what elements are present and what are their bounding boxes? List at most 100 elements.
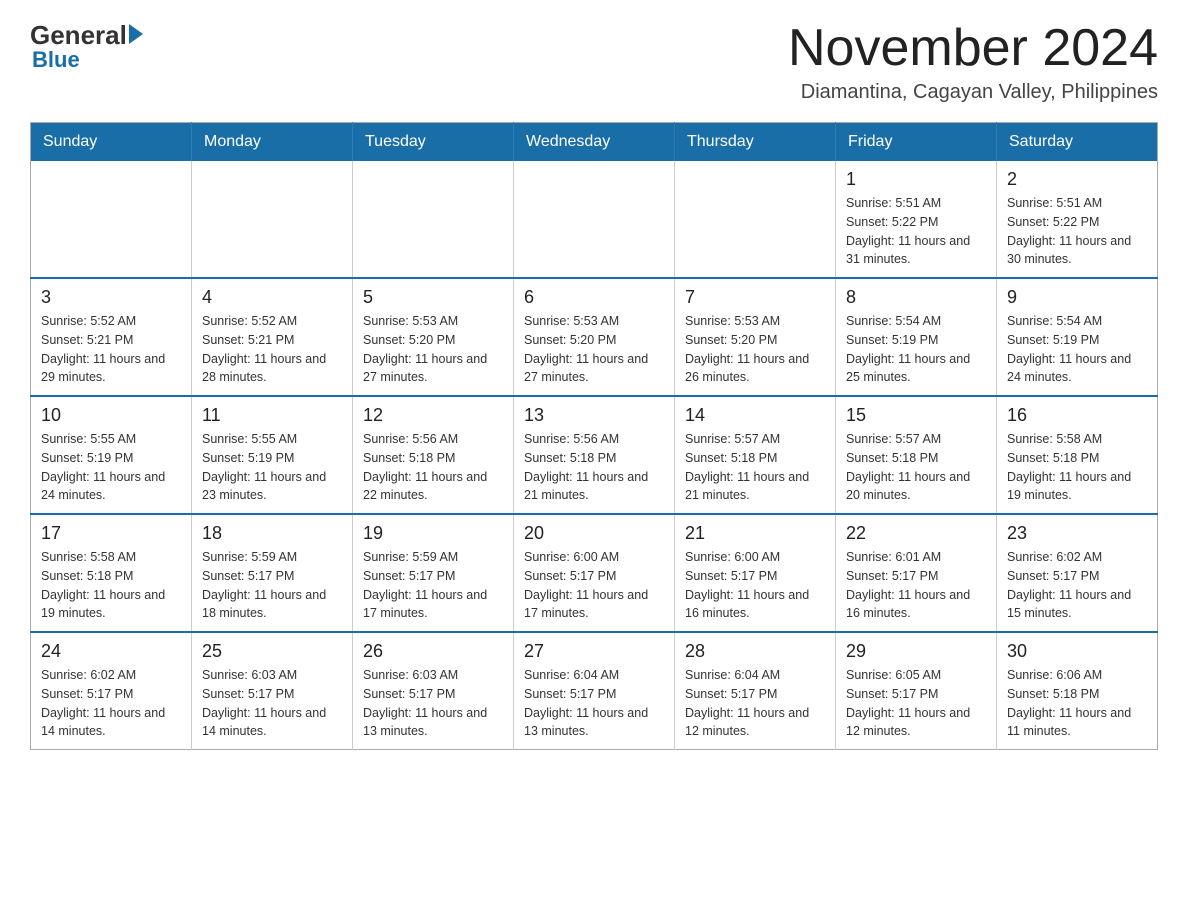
day-number: 29 — [846, 641, 986, 662]
month-title: November 2024 — [788, 20, 1158, 77]
header-monday: Monday — [192, 123, 353, 162]
day-info: Sunrise: 5:54 AMSunset: 5:19 PMDaylight:… — [1007, 312, 1147, 387]
day-info: Sunrise: 5:51 AMSunset: 5:22 PMDaylight:… — [1007, 194, 1147, 269]
header-wednesday: Wednesday — [514, 123, 675, 162]
day-info: Sunrise: 5:52 AMSunset: 5:21 PMDaylight:… — [41, 312, 181, 387]
table-row — [675, 161, 836, 278]
day-info: Sunrise: 6:00 AMSunset: 5:17 PMDaylight:… — [685, 548, 825, 623]
day-number: 23 — [1007, 523, 1147, 544]
table-row: 22Sunrise: 6:01 AMSunset: 5:17 PMDayligh… — [836, 514, 997, 632]
table-row: 30 Sunrise: 6:06 AMSunset: 5:18 PMDayligh… — [997, 632, 1158, 750]
day-number: 12 — [363, 405, 503, 426]
calendar-week-row: 10 Sunrise: 5:55 AMSunset: 5:19 PMDayligh… — [31, 396, 1158, 514]
day-number: 6 — [524, 287, 664, 308]
day-number: 8 — [846, 287, 986, 308]
day-number: 11 — [202, 405, 342, 426]
day-number: 19 — [363, 523, 503, 544]
day-info: Sunrise: 6:04 AMSunset: 5:17 PMDaylight:… — [524, 666, 664, 741]
table-row — [192, 161, 353, 278]
table-row: 6 Sunrise: 5:53 AMSunset: 5:20 PMDaylight… — [514, 278, 675, 396]
day-number: 1 — [846, 169, 986, 190]
table-row: 5 Sunrise: 5:53 AMSunset: 5:20 PMDaylight… — [353, 278, 514, 396]
header-friday: Friday — [836, 123, 997, 162]
day-info: Sunrise: 5:54 AMSunset: 5:19 PMDaylight:… — [846, 312, 986, 387]
day-number: 2 — [1007, 169, 1147, 190]
day-info: Sunrise: 5:55 AMSunset: 5:19 PMDaylight:… — [41, 430, 181, 505]
table-row: 23Sunrise: 6:02 AMSunset: 5:17 PMDayligh… — [997, 514, 1158, 632]
day-info: Sunrise: 5:58 AMSunset: 5:18 PMDaylight:… — [1007, 430, 1147, 505]
day-info: Sunrise: 5:53 AMSunset: 5:20 PMDaylight:… — [363, 312, 503, 387]
day-number: 15 — [846, 405, 986, 426]
table-row: 28Sunrise: 6:04 AMSunset: 5:17 PMDayligh… — [675, 632, 836, 750]
day-info: Sunrise: 5:51 AMSunset: 5:22 PMDaylight:… — [846, 194, 986, 269]
calendar-week-row: 3 Sunrise: 5:52 AMSunset: 5:21 PMDaylight… — [31, 278, 1158, 396]
calendar-week-row: 24Sunrise: 6:02 AMSunset: 5:17 PMDayligh… — [31, 632, 1158, 750]
day-number: 3 — [41, 287, 181, 308]
location-title: Diamantina, Cagayan Valley, Philippines — [788, 81, 1158, 104]
day-number: 27 — [524, 641, 664, 662]
day-info: Sunrise: 5:57 AMSunset: 5:18 PMDaylight:… — [846, 430, 986, 505]
day-info: Sunrise: 6:03 AMSunset: 5:17 PMDaylight:… — [202, 666, 342, 741]
day-number: 4 — [202, 287, 342, 308]
day-number: 5 — [363, 287, 503, 308]
day-info: Sunrise: 5:52 AMSunset: 5:21 PMDaylight:… — [202, 312, 342, 387]
table-row: 7 Sunrise: 5:53 AMSunset: 5:20 PMDaylight… — [675, 278, 836, 396]
day-number: 13 — [524, 405, 664, 426]
weekday-header-row: Sunday Monday Tuesday Wednesday Thursday… — [31, 123, 1158, 162]
table-row: 11 Sunrise: 5:55 AMSunset: 5:19 PMDayligh… — [192, 396, 353, 514]
table-row: 29 Sunrise: 6:05 AMSunset: 5:17 PMDayligh… — [836, 632, 997, 750]
day-number: 26 — [363, 641, 503, 662]
day-info: Sunrise: 5:53 AMSunset: 5:20 PMDaylight:… — [524, 312, 664, 387]
table-row: 20 Sunrise: 6:00 AMSunset: 5:17 PMDayligh… — [514, 514, 675, 632]
day-info: Sunrise: 5:56 AMSunset: 5:18 PMDaylight:… — [524, 430, 664, 505]
table-row: 18Sunrise: 5:59 AMSunset: 5:17 PMDayligh… — [192, 514, 353, 632]
table-row: 10 Sunrise: 5:55 AMSunset: 5:19 PMDayligh… — [31, 396, 192, 514]
day-number: 17 — [41, 523, 181, 544]
day-info: Sunrise: 5:53 AMSunset: 5:20 PMDaylight:… — [685, 312, 825, 387]
day-info: Sunrise: 5:56 AMSunset: 5:18 PMDaylight:… — [363, 430, 503, 505]
table-row: 9Sunrise: 5:54 AMSunset: 5:19 PMDaylight… — [997, 278, 1158, 396]
table-row — [353, 161, 514, 278]
table-row: 27 Sunrise: 6:04 AMSunset: 5:17 PMDayligh… — [514, 632, 675, 750]
day-info: Sunrise: 6:06 AMSunset: 5:18 PMDaylight:… — [1007, 666, 1147, 741]
header-sunday: Sunday — [31, 123, 192, 162]
day-info: Sunrise: 6:02 AMSunset: 5:17 PMDaylight:… — [41, 666, 181, 741]
table-row: 21 Sunrise: 6:00 AMSunset: 5:17 PMDayligh… — [675, 514, 836, 632]
table-row: 12 Sunrise: 5:56 AMSunset: 5:18 PMDayligh… — [353, 396, 514, 514]
table-row: 14Sunrise: 5:57 AMSunset: 5:18 PMDayligh… — [675, 396, 836, 514]
day-number: 16 — [1007, 405, 1147, 426]
day-number: 21 — [685, 523, 825, 544]
day-number: 14 — [685, 405, 825, 426]
table-row: 24Sunrise: 6:02 AMSunset: 5:17 PMDayligh… — [31, 632, 192, 750]
table-row: 15 Sunrise: 5:57 AMSunset: 5:18 PMDayligh… — [836, 396, 997, 514]
table-row: 8 Sunrise: 5:54 AMSunset: 5:19 PMDaylight… — [836, 278, 997, 396]
logo: General Blue — [30, 20, 143, 73]
day-info: Sunrise: 6:01 AMSunset: 5:17 PMDaylight:… — [846, 548, 986, 623]
table-row: 16 Sunrise: 5:58 AMSunset: 5:18 PMDayligh… — [997, 396, 1158, 514]
page-header: General Blue November 2024 Diamantina, C… — [30, 20, 1158, 104]
logo-blue: Blue — [32, 47, 80, 73]
table-row: 26 Sunrise: 6:03 AMSunset: 5:17 PMDayligh… — [353, 632, 514, 750]
day-number: 7 — [685, 287, 825, 308]
day-number: 30 — [1007, 641, 1147, 662]
day-info: Sunrise: 5:55 AMSunset: 5:19 PMDaylight:… — [202, 430, 342, 505]
table-row: 13 Sunrise: 5:56 AMSunset: 5:18 PMDayligh… — [514, 396, 675, 514]
day-number: 28 — [685, 641, 825, 662]
day-info: Sunrise: 6:03 AMSunset: 5:17 PMDaylight:… — [363, 666, 503, 741]
day-number: 20 — [524, 523, 664, 544]
table-row — [514, 161, 675, 278]
day-info: Sunrise: 6:05 AMSunset: 5:17 PMDaylight:… — [846, 666, 986, 741]
table-row: 17Sunrise: 5:58 AMSunset: 5:18 PMDayligh… — [31, 514, 192, 632]
header-saturday: Saturday — [997, 123, 1158, 162]
header-thursday: Thursday — [675, 123, 836, 162]
calendar-week-row: 1 Sunrise: 5:51 AMSunset: 5:22 PMDaylight… — [31, 161, 1158, 278]
calendar-week-row: 17Sunrise: 5:58 AMSunset: 5:18 PMDayligh… — [31, 514, 1158, 632]
logo-arrow-icon — [129, 24, 143, 44]
table-row: 1 Sunrise: 5:51 AMSunset: 5:22 PMDaylight… — [836, 161, 997, 278]
day-info: Sunrise: 6:00 AMSunset: 5:17 PMDaylight:… — [524, 548, 664, 623]
table-row: 19 Sunrise: 5:59 AMSunset: 5:17 PMDayligh… — [353, 514, 514, 632]
day-info: Sunrise: 5:59 AMSunset: 5:17 PMDaylight:… — [363, 548, 503, 623]
table-row — [31, 161, 192, 278]
day-number: 10 — [41, 405, 181, 426]
table-row: 25Sunrise: 6:03 AMSunset: 5:17 PMDayligh… — [192, 632, 353, 750]
